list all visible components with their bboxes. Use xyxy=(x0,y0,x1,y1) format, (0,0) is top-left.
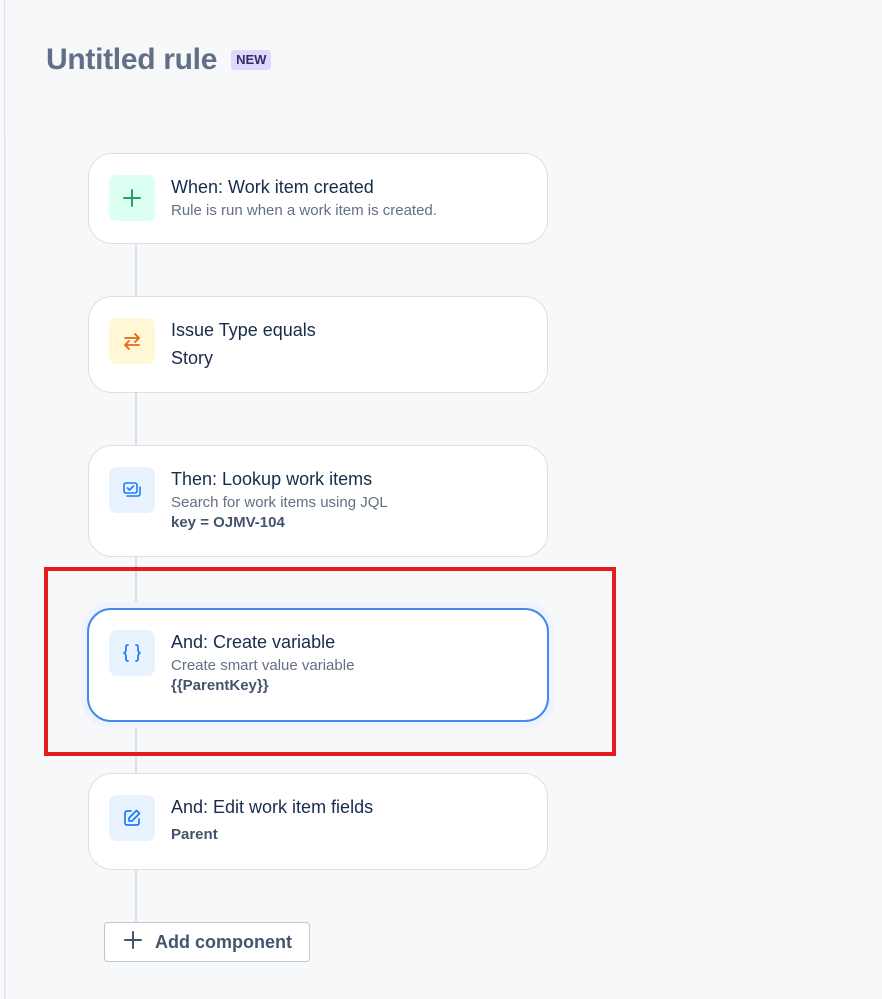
edit-fields-card[interactable]: And: Edit work item fields Parent xyxy=(88,773,548,870)
trigger-card[interactable]: When: Work item created Rule is run when… xyxy=(88,153,548,244)
edit-icon xyxy=(109,795,155,841)
condition-title: Issue Type equals xyxy=(171,320,316,340)
page-title[interactable]: Untitled rule xyxy=(46,40,217,80)
edit-fields-title: And: Edit work item fields xyxy=(171,797,374,817)
lookup-icon xyxy=(109,467,155,513)
edit-fields-value: Parent xyxy=(171,826,218,843)
plus-icon xyxy=(109,175,155,221)
new-badge: NEW xyxy=(231,50,272,70)
lookup-title: Then: Lookup work items xyxy=(171,469,373,489)
trigger-description: Rule is run when a work item is created. xyxy=(171,202,437,219)
plus-icon xyxy=(123,930,143,955)
add-component-button[interactable]: Add component xyxy=(104,922,310,962)
lookup-description: Search for work items using JQL xyxy=(171,494,388,511)
add-component-label: Add component xyxy=(155,931,292,952)
lookup-jql: key = OJMV-104 xyxy=(171,514,285,531)
highlight-annotation xyxy=(44,567,616,756)
swap-arrows-icon xyxy=(109,318,155,364)
page-header: Untitled rule NEW xyxy=(46,40,272,80)
trigger-title: When: Work item created xyxy=(171,177,374,197)
panel-divider-inner xyxy=(4,140,6,999)
condition-card[interactable]: Issue Type equals Story xyxy=(88,296,548,393)
condition-value: Story xyxy=(171,348,214,368)
lookup-card[interactable]: Then: Lookup work items Search for work … xyxy=(88,445,548,557)
